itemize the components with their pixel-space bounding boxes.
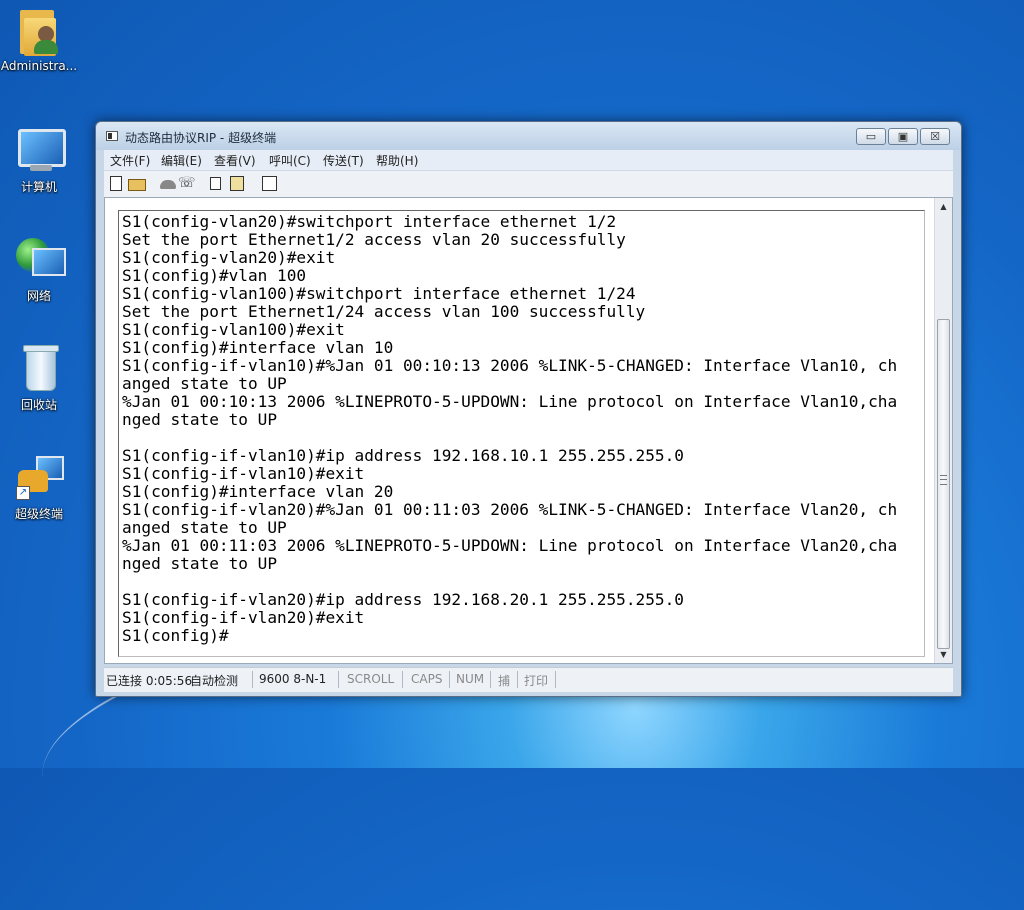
status-caps: CAPS — [411, 672, 443, 686]
send-icon[interactable] — [210, 177, 221, 190]
menu-edit[interactable]: 编辑(E) — [161, 152, 202, 169]
scroll-down-icon[interactable]: ▼ — [935, 646, 952, 663]
status-connection: 已连接 0:05:56 — [106, 674, 193, 688]
status-capture: 捕 — [498, 674, 511, 688]
desktop-icon-label: 网络 — [26, 289, 51, 303]
status-print: 打印 — [524, 674, 549, 688]
desktop-icon-hyperterminal[interactable]: ↗ 超级终端 — [0, 452, 78, 522]
scrollbar-thumb[interactable] — [937, 319, 950, 649]
maximize-button[interactable]: ▣ — [888, 128, 918, 145]
user-folder-icon — [14, 6, 64, 56]
scroll-up-icon[interactable]: ▲ — [935, 198, 952, 215]
desktop-icon-label: 计算机 — [20, 180, 57, 194]
network-icon — [14, 234, 66, 284]
desktop-icon-administrator[interactable]: Administra... — [0, 6, 78, 73]
desktop-icon-computer[interactable]: 计算机 — [0, 125, 78, 195]
desktop-icon-label: Administra... — [0, 59, 78, 73]
properties-icon[interactable] — [262, 176, 277, 191]
terminal-output: S1(config-vlan20)#switchport interface e… — [122, 212, 898, 645]
minimize-button[interactable]: ▭ — [856, 128, 886, 145]
open-folder-icon[interactable] — [128, 179, 146, 191]
disconnect-icon[interactable]: ☏ — [178, 175, 196, 191]
toolbar: ☏ — [104, 170, 953, 198]
desktop-icon-network[interactable]: 网络 — [0, 234, 78, 304]
menu-view[interactable]: 查看(V) — [214, 152, 256, 169]
call-icon[interactable] — [160, 180, 176, 189]
window-titlebar[interactable]: 动态路由协议RIP - 超级终端 ▭ ▣ ☒ — [96, 122, 961, 150]
terminal-area[interactable]: S1(config-vlan20)#switchport interface e… — [104, 197, 953, 664]
status-bar: 已连接 0:05:56 自动检测 9600 8-N-1 SCROLL CAPS … — [104, 667, 953, 692]
desktop-icon-recycle-bin[interactable]: 回收站 — [0, 343, 78, 413]
shortcut-arrow-icon: ↗ — [16, 486, 30, 500]
menu-bar: 文件(F) 编辑(E) 查看(V) 呼叫(C) 传送(T) 帮助(H) — [104, 150, 953, 170]
menu-help[interactable]: 帮助(H) — [376, 152, 418, 169]
menu-file[interactable]: 文件(F) — [110, 152, 150, 169]
status-scroll: SCROLL — [347, 672, 395, 686]
desktop-icon-label: 超级终端 — [14, 507, 63, 521]
hyperterminal-window: 动态路由协议RIP - 超级终端 ▭ ▣ ☒ 文件(F) 编辑(E) 查看(V)… — [95, 121, 962, 697]
app-icon — [106, 131, 118, 141]
menu-call[interactable]: 呼叫(C) — [269, 152, 311, 169]
close-button[interactable]: ☒ — [920, 128, 950, 145]
recycle-bin-icon — [14, 343, 64, 393]
status-detect: 自动检测 — [190, 674, 239, 688]
computer-icon — [14, 125, 66, 175]
hyperterminal-icon: ↗ — [14, 452, 64, 502]
grip-icon — [940, 475, 947, 485]
status-num: NUM — [456, 672, 485, 686]
terminal-screen[interactable]: S1(config-vlan20)#switchport interface e… — [118, 210, 925, 657]
status-port-settings: 9600 8-N-1 — [259, 672, 327, 686]
vertical-scrollbar[interactable]: ▲ ▼ — [934, 198, 952, 663]
desktop-icon-label: 回收站 — [20, 398, 57, 412]
new-file-icon[interactable] — [110, 176, 122, 191]
menu-transfer[interactable]: 传送(T) — [323, 152, 364, 169]
receive-icon[interactable] — [230, 176, 244, 191]
window-title: 动态路由协议RIP - 超级终端 — [125, 131, 277, 145]
